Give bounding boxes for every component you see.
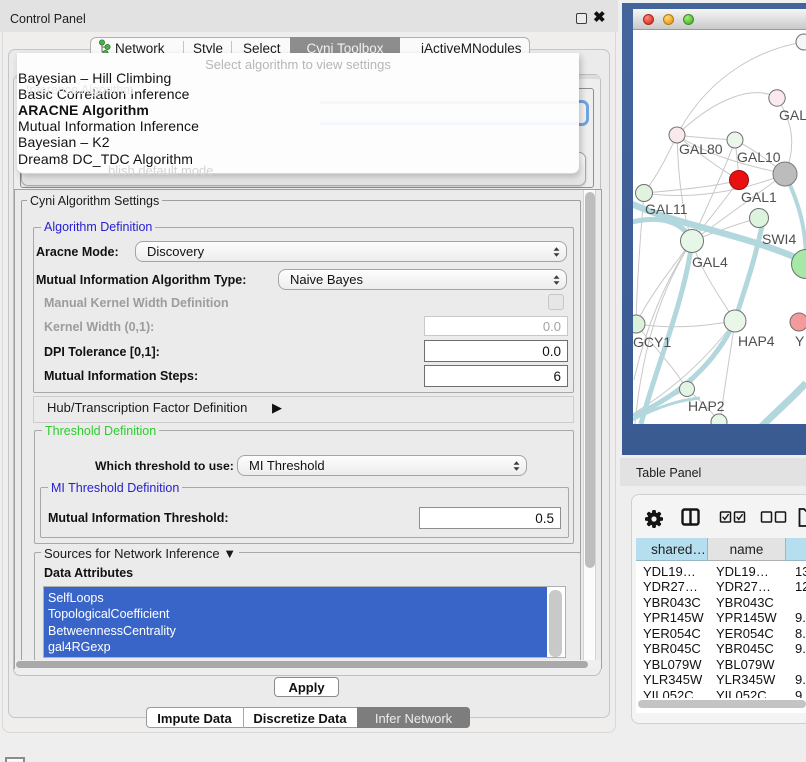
svg-text:GAL1: GAL1 (741, 189, 777, 205)
svg-text:GCY1: GCY1 (633, 334, 671, 350)
svg-text:GAL4: GAL4 (692, 254, 728, 270)
svg-text:SWI4: SWI4 (762, 231, 796, 247)
svg-text:GAL80: GAL80 (679, 141, 723, 157)
svg-text:HAP2: HAP2 (688, 398, 725, 414)
svg-text:Y: Y (795, 333, 805, 349)
svg-text:GAL11: GAL11 (645, 201, 688, 217)
svg-text:GAL2: GAL2 (779, 107, 806, 123)
svg-text:GAL10: GAL10 (737, 149, 781, 165)
svg-text:HAP4: HAP4 (738, 333, 775, 349)
